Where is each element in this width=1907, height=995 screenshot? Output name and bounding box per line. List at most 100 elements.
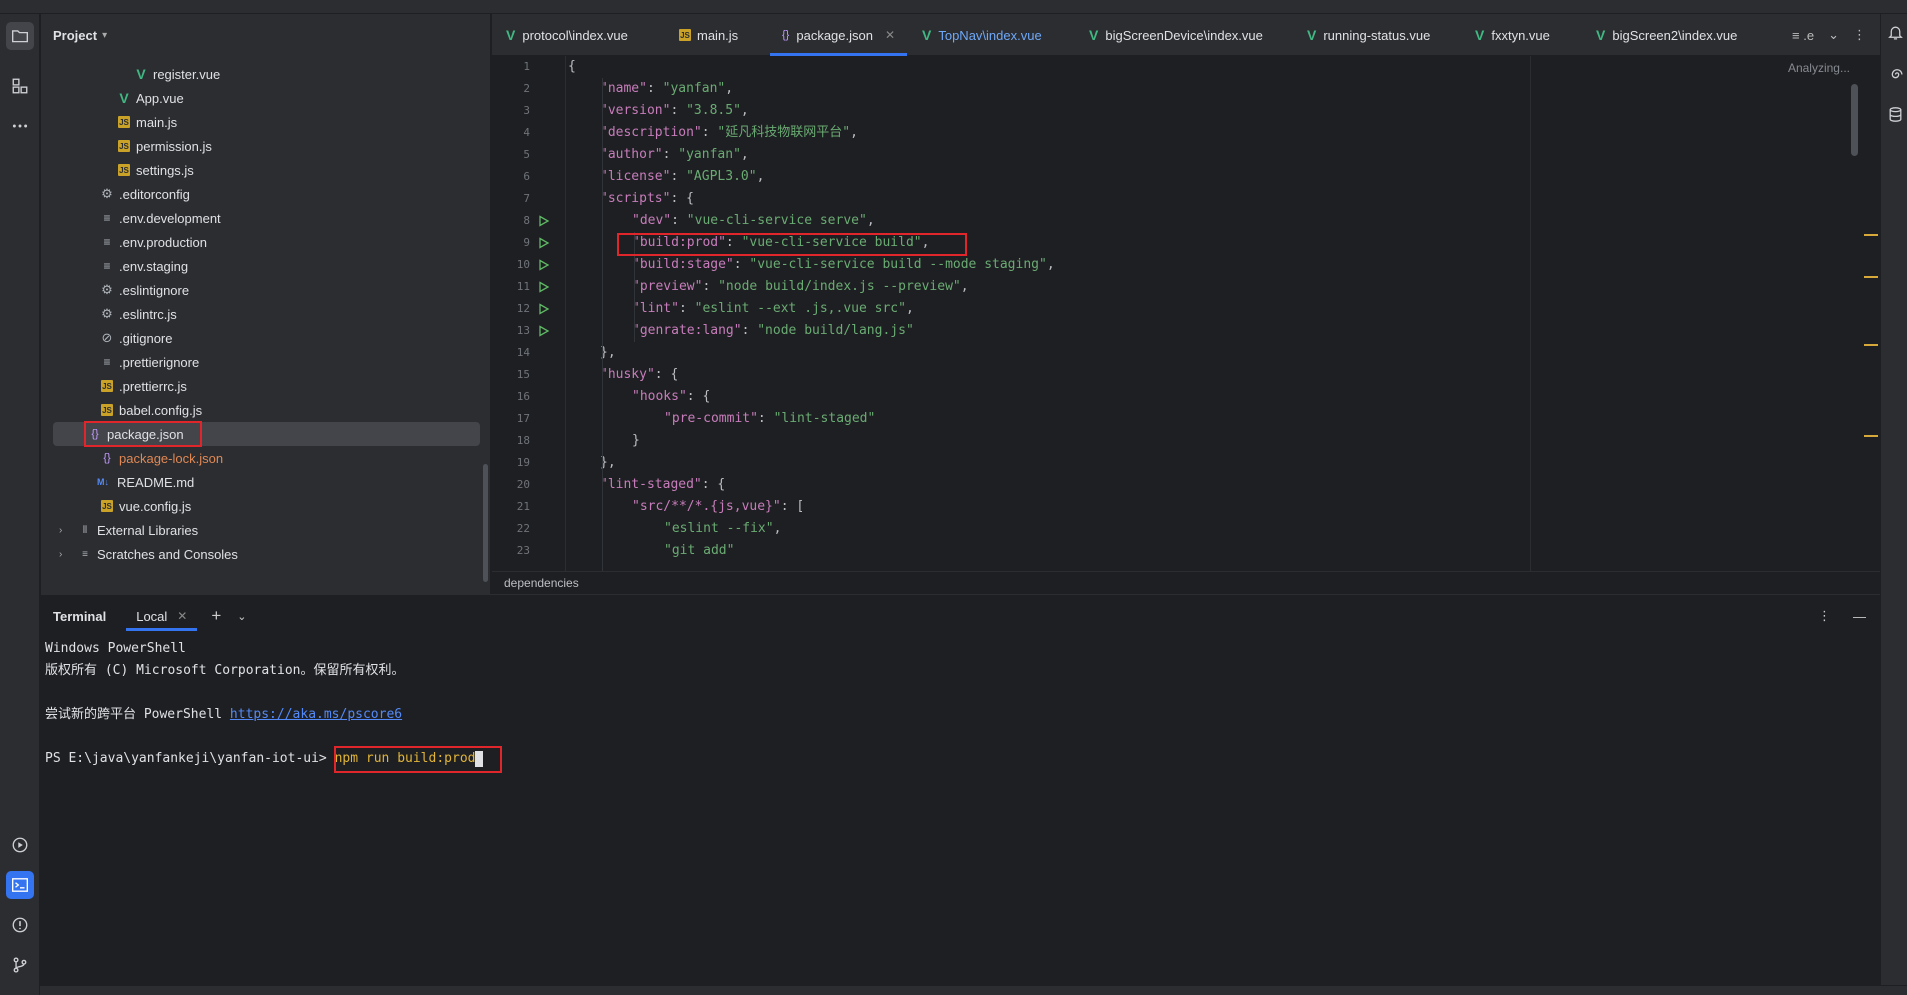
terminal-text: 尝试新的跨平台 PowerShell — [45, 707, 230, 722]
tab-protocol-index-vue[interactable]: V protocol\index.vue — [506, 14, 628, 56]
vue-icon: V — [1596, 27, 1606, 43]
services-tool-button[interactable] — [6, 831, 34, 859]
minimize-icon[interactable]: — — [1853, 609, 1866, 624]
project-pane-header[interactable]: Project ▾ — [41, 14, 490, 56]
project-tool-button[interactable] — [6, 22, 34, 50]
tab-bigscreendevice-index-vue[interactable]: V bigScreenDevice\index.vue — [1089, 14, 1263, 56]
tree-item[interactable]: ⚙ .editorconfig — [53, 182, 521, 206]
tree-item-scratches[interactable]: › ≡ Scratches and Consoles — [53, 542, 521, 566]
highlight-box-command — [334, 746, 502, 773]
code-punct: : — [670, 103, 687, 118]
chevron-down-icon[interactable]: ⌄ — [1828, 27, 1839, 43]
breadcrumb[interactable]: dependencies — [492, 571, 1880, 594]
tree-item[interactable]: ≡ .env.staging — [53, 254, 521, 278]
tree-item[interactable]: JS .prettierrc.js — [53, 374, 521, 398]
run-script-icon[interactable] — [538, 232, 552, 254]
tree-item[interactable]: ≡ .prettierignore — [53, 350, 521, 374]
close-icon[interactable]: ✕ — [177, 609, 187, 623]
code-punct: : — [646, 81, 663, 96]
code-punct: : — [757, 411, 774, 426]
tab-main-js[interactable]: JS main.js — [679, 14, 738, 56]
tab-topnav-index-vue[interactable]: V TopNav\index.vue — [922, 14, 1042, 56]
code-line: } — [632, 430, 640, 452]
json-key: "dev" — [632, 213, 672, 228]
code-line: "git add" — [664, 540, 734, 562]
line-number: 16 — [516, 390, 530, 403]
more-tools-button[interactable] — [6, 112, 34, 140]
run-script-icon[interactable] — [538, 210, 552, 232]
tree-item[interactable]: ⚙ .eslintignore — [53, 278, 521, 302]
vue-icon: V — [1089, 27, 1099, 43]
run-script-icon[interactable] — [538, 298, 552, 320]
structure-tool-button[interactable] — [6, 72, 34, 100]
code-punct: : — [733, 257, 750, 272]
tree-item[interactable]: ⚙ .eslintrc.js — [53, 302, 521, 326]
project-scrollbar[interactable] — [483, 464, 488, 582]
warning-circle-icon — [12, 917, 28, 933]
vue-icon: V — [506, 27, 516, 43]
folder-icon — [12, 30, 28, 43]
title-bar — [0, 0, 1907, 14]
tree-item[interactable]: ≡ .env.production — [53, 230, 521, 254]
run-script-icon[interactable] — [538, 254, 552, 276]
run-script-icon[interactable] — [538, 276, 552, 298]
tab-running-status-vue[interactable]: V running-status.vue — [1307, 14, 1430, 56]
tree-item[interactable]: JS permission.js — [53, 134, 521, 158]
code-punct: { — [670, 367, 679, 382]
tree-item[interactable]: JS vue.config.js — [53, 494, 521, 518]
close-icon[interactable]: ✕ — [885, 28, 895, 42]
editor-scrollbar[interactable] — [1851, 84, 1858, 156]
terminal-link[interactable]: https://aka.ms/pscore6 — [230, 707, 402, 722]
ai-assistant-button[interactable] — [1885, 64, 1905, 84]
tree-item[interactable]: JS settings.js — [53, 158, 521, 182]
tab-bigscreen2-index-vue[interactable]: V bigScreen2\index.vue — [1596, 14, 1737, 56]
run-script-icon[interactable] — [538, 320, 552, 342]
chevron-down-icon[interactable]: ⌄ — [237, 610, 246, 623]
json-string: "eslint --fix" — [664, 521, 774, 536]
js-icon: JS — [679, 29, 691, 41]
more-vertical-icon[interactable]: ⋮ — [1853, 27, 1866, 43]
tree-item-label: permission.js — [136, 138, 212, 154]
tab-package-json[interactable]: {} package.json ✕ — [770, 14, 908, 56]
gear-icon: ⚙ — [101, 186, 113, 201]
line-number: 5 — [523, 148, 530, 161]
tree-item[interactable]: JS babel.config.js — [53, 398, 521, 422]
more-vertical-icon[interactable]: ⋮ — [1818, 608, 1831, 624]
problems-tool-button[interactable] — [6, 911, 34, 939]
code-editor[interactable]: 1 2 3 4 5 6 7 8 9 10 11 12 13 14 15 16 17 18 19 20 21 22 23 {"… — [492, 56, 1880, 571]
code-line: "genrate:lang": "node build/lang.js" — [632, 320, 914, 342]
new-terminal-button[interactable]: + — [211, 606, 221, 626]
scroll-marker[interactable] — [1864, 234, 1878, 236]
notifications-button[interactable] — [1885, 22, 1905, 42]
scroll-marker[interactable] — [1864, 344, 1878, 346]
code-line: "hooks": { — [632, 386, 710, 408]
git-tool-button[interactable] — [6, 951, 34, 979]
tree-item[interactable]: JS main.js — [53, 110, 521, 134]
scroll-marker[interactable] — [1864, 435, 1878, 437]
scroll-marker[interactable] — [1864, 276, 1878, 278]
more-horizontal-icon — [12, 124, 28, 128]
lines-icon: ≡ — [103, 355, 111, 369]
tab-fxxtyn-vue[interactable]: V fxxtyn.vue — [1475, 14, 1550, 56]
tree-item[interactable]: {} package-lock.json — [53, 446, 521, 470]
tree-item[interactable]: V register.vue — [53, 62, 521, 86]
analysis-status: Analyzing... — [1787, 61, 1850, 75]
code-punct: : — [701, 477, 718, 492]
code-punct: , — [905, 301, 914, 316]
terminal-tab-local[interactable]: Local ✕ — [126, 595, 198, 637]
tree-item-label: README.md — [117, 474, 195, 490]
terminal-tool-button[interactable] — [6, 871, 34, 899]
highlight-box-package-json — [84, 421, 202, 447]
tree-item[interactable]: ⊘ .gitignore — [53, 326, 521, 350]
tree-item[interactable]: V App.vue — [53, 86, 521, 110]
vue-icon: V — [119, 90, 129, 106]
tree-item[interactable]: ≡ .env.development — [53, 206, 521, 230]
tab-overflow-button[interactable]: ≡ .e — [1792, 28, 1814, 43]
json-key: "genrate:lang" — [632, 323, 742, 338]
breadcrumb-item[interactable]: dependencies — [504, 576, 579, 590]
code-punct: : — [654, 367, 671, 382]
database-button[interactable] — [1885, 104, 1905, 124]
tree-item[interactable]: M↓ README.md — [53, 470, 521, 494]
tree-item-external-libraries[interactable]: › ⫴ External Libraries — [53, 518, 521, 542]
terminal-prompt: PS E:\java\yanfankeji\yanfan-iot-ui> — [45, 751, 335, 766]
